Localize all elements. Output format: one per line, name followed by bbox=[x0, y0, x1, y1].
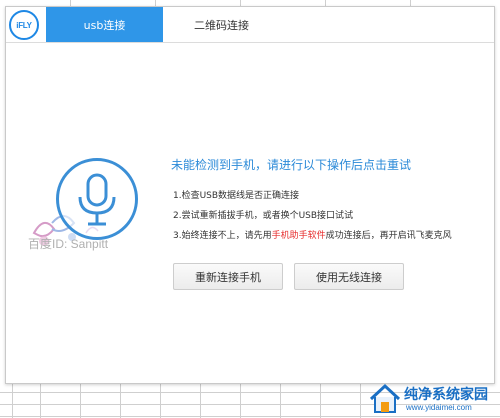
step-3: 3.始终连接不上，请先用手机助手软件成功连接后，再开启讯飞麦克风 bbox=[173, 228, 452, 241]
grid-line bbox=[12, 380, 13, 418]
tab-usb-label: usb连接 bbox=[83, 18, 126, 32]
step-2: 2.尝试重新插拔手机，或者换个USB接口试试 bbox=[173, 211, 354, 221]
grid-line bbox=[280, 380, 281, 418]
reconnect-phone-label: 重新连接手机 bbox=[195, 270, 261, 284]
grid-line bbox=[0, 416, 500, 417]
step-3-prefix: 3.始终连接不上，请先用 bbox=[173, 231, 272, 241]
grid-line bbox=[80, 380, 81, 418]
grid-line bbox=[160, 380, 161, 418]
connection-window: iFLY usb连接 二维码连接 百度ID: Sanpitt 未能检测到手机，请 bbox=[5, 6, 495, 384]
grid-line bbox=[120, 380, 121, 418]
phone-assistant-link[interactable]: 手机助手软件 bbox=[272, 231, 326, 241]
grid-line bbox=[320, 380, 321, 418]
tab-usb-connection[interactable]: usb连接 bbox=[46, 7, 163, 42]
site-watermark-logo: 纯净系统家园 www.yidaimei.com bbox=[368, 382, 500, 416]
site-name: 纯净系统家园 bbox=[404, 387, 488, 403]
tab-qrcode-label: 二维码连接 bbox=[194, 18, 249, 32]
step-1: 1.检查USB数据线是否正确连接 bbox=[173, 191, 300, 201]
ifly-logo-icon: iFLY bbox=[9, 10, 39, 40]
watermark-baidu-id: 百度ID: Sanpitt bbox=[28, 237, 109, 251]
grid-line bbox=[360, 380, 361, 418]
grid-line bbox=[40, 380, 41, 418]
error-headline: 未能检测到手机，请进行以下操作后点击重试 bbox=[171, 158, 412, 172]
microphone-icon bbox=[78, 173, 116, 226]
step-3-suffix: 成功连接后，再开启讯飞麦克风 bbox=[325, 231, 452, 241]
tab-qrcode-connection[interactable]: 二维码连接 bbox=[163, 7, 280, 42]
grid-line bbox=[240, 380, 241, 418]
tab-bar: iFLY usb连接 二维码连接 bbox=[6, 7, 494, 43]
usb-connection-panel: 百度ID: Sanpitt 未能检测到手机，请进行以下操作后点击重试 1.检查U… bbox=[6, 43, 494, 383]
use-wireless-button[interactable]: 使用无线连接 bbox=[294, 263, 404, 290]
reconnect-phone-button[interactable]: 重新连接手机 bbox=[173, 263, 283, 290]
house-logo-icon bbox=[369, 383, 401, 413]
grid-line bbox=[200, 380, 201, 418]
logo-text: iFLY bbox=[16, 20, 32, 30]
site-url: www.yidaimei.com bbox=[406, 403, 472, 412]
use-wireless-label: 使用无线连接 bbox=[316, 270, 382, 284]
microphone-circle bbox=[56, 158, 138, 240]
